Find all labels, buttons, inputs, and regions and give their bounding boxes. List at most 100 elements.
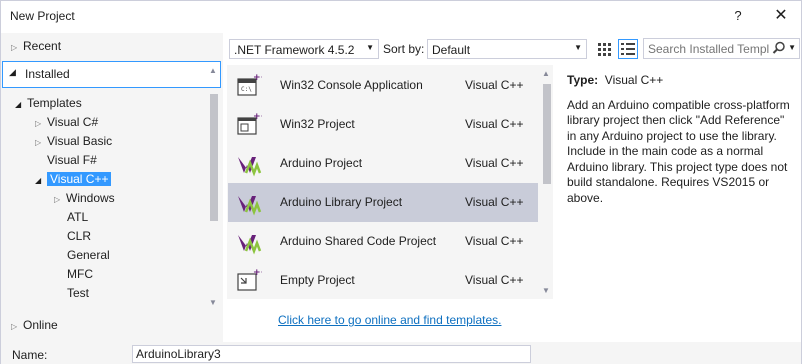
name-label: Name: bbox=[12, 348, 48, 362]
tree-item-label: General bbox=[67, 248, 110, 262]
type-line: Type: Visual C++ bbox=[567, 73, 793, 89]
scroll-down-icon[interactable]: ▼ bbox=[209, 298, 217, 307]
template-list-scrollbar[interactable]: ▲ ▼ bbox=[540, 66, 553, 300]
expand-arrow-icon[interactable]: ▷ bbox=[11, 317, 23, 336]
template-language: Visual C++ bbox=[465, 156, 524, 170]
tree-item-atl[interactable]: ATL bbox=[67, 208, 88, 227]
tree-item-visual-basic[interactable]: ▷ Visual Basic bbox=[35, 132, 112, 151]
list-item-arduino-project[interactable]: Arduino Project Visual C++ bbox=[228, 144, 538, 183]
empty-project-icon: ++ bbox=[237, 268, 262, 291]
template-list: C:\ ++ Win32 Console Application Visual … bbox=[227, 65, 553, 299]
template-language: Visual C++ bbox=[465, 234, 524, 248]
scroll-up-icon[interactable]: ▲ bbox=[542, 69, 550, 78]
dialog-title: New Project bbox=[10, 9, 75, 23]
project-name-row: Name: bbox=[1, 342, 801, 364]
tree-item-recent[interactable]: ▷ Recent bbox=[11, 37, 61, 56]
framework-dropdown[interactable]: .NET Framework 4.5.2 ▼ bbox=[229, 39, 379, 59]
tree-item-visual-csharp[interactable]: ▷ Visual C# bbox=[35, 113, 98, 132]
list-item-empty-project[interactable]: ++ Empty Project Visual C++ bbox=[228, 261, 538, 300]
svg-text:++: ++ bbox=[253, 73, 262, 83]
arduino-icon bbox=[238, 196, 262, 216]
template-name: Arduino Shared Code Project bbox=[280, 234, 437, 248]
template-language: Visual C++ bbox=[465, 195, 524, 209]
list-item-win32-console[interactable]: C:\ ++ Win32 Console Application Visual … bbox=[228, 66, 538, 105]
template-name: Arduino Project bbox=[280, 156, 363, 170]
template-description: Add an Arduino compatible cross-platform… bbox=[567, 97, 790, 205]
small-icons-view-button[interactable] bbox=[595, 39, 615, 59]
tree-item-label: Templates bbox=[27, 96, 82, 110]
help-button[interactable]: ? bbox=[725, 5, 751, 27]
tree-item-online[interactable]: ▷ Online bbox=[11, 316, 58, 335]
win32-project-icon: ++ bbox=[237, 112, 262, 135]
arduino-icon bbox=[238, 157, 262, 177]
collapse-arrow-icon[interactable]: ◢ bbox=[9, 67, 16, 78]
template-name: Empty Project bbox=[280, 273, 355, 287]
new-project-dialog: New Project ? ✕ ▷ Recent ◢ Installed ◢ Tem… bbox=[0, 0, 802, 364]
list-view-icon bbox=[621, 43, 635, 55]
tree-item-label: Recent bbox=[23, 39, 62, 53]
chevron-down-icon: ▼ bbox=[366, 43, 374, 52]
tree-item-mfc[interactable]: MFC bbox=[67, 265, 93, 284]
tree-item-label: CLR bbox=[67, 229, 92, 243]
tree-item-label: Windows bbox=[66, 191, 115, 205]
template-name: Win32 Console Application bbox=[280, 78, 423, 92]
search-icon[interactable] bbox=[772, 41, 786, 55]
sort-value: Default bbox=[432, 43, 471, 57]
list-item-arduino-library[interactable]: Arduino Library Project Visual C++ bbox=[228, 183, 538, 222]
collapse-arrow-icon[interactable]: ◢ bbox=[35, 171, 47, 190]
tree-item-label: MFC bbox=[67, 267, 93, 281]
template-language: Visual C++ bbox=[465, 78, 524, 92]
tree-item-label: Online bbox=[23, 318, 58, 332]
tree-item-test[interactable]: Test bbox=[67, 284, 89, 303]
scrollbar-thumb[interactable] bbox=[543, 84, 551, 184]
tree-item-label: Visual Basic bbox=[47, 134, 113, 148]
tree-item-label: ATL bbox=[67, 210, 89, 224]
list-item-win32-project[interactable]: ++ Win32 Project Visual C++ bbox=[228, 105, 538, 144]
expand-arrow-icon[interactable]: ▷ bbox=[35, 133, 47, 152]
tree-item-windows[interactable]: ▷ Windows bbox=[54, 189, 115, 208]
sort-label: Sort by: bbox=[383, 42, 425, 56]
list-item-arduino-shared-code[interactable]: Arduino Shared Code Project Visual C++ bbox=[228, 222, 538, 261]
project-name-input[interactable] bbox=[132, 345, 531, 363]
sort-dropdown[interactable]: Default ▼ bbox=[427, 39, 587, 59]
template-name: Win32 Project bbox=[280, 117, 355, 131]
chevron-down-icon[interactable]: ▼ bbox=[788, 43, 796, 52]
tree-item-visual-cpp[interactable]: ◢ Visual C++ bbox=[35, 170, 112, 190]
expand-arrow-icon[interactable]: ▷ bbox=[54, 190, 66, 209]
svg-text:C:\: C:\ bbox=[241, 86, 252, 93]
tree-item-label: Visual C# bbox=[47, 115, 99, 129]
collapse-arrow-icon[interactable]: ◢ bbox=[15, 95, 27, 114]
tree-item-label: Visual C++ bbox=[47, 172, 112, 186]
expand-arrow-icon[interactable]: ▷ bbox=[11, 38, 23, 57]
tree-item-visual-fsharp[interactable]: Visual F# bbox=[47, 151, 97, 170]
tree-item-templates[interactable]: ◢ Templates bbox=[15, 94, 82, 113]
search-input[interactable] bbox=[648, 42, 772, 56]
scroll-up-icon[interactable]: ▲ bbox=[209, 66, 217, 75]
tree-item-label: Visual F# bbox=[47, 153, 97, 167]
tree-scrollbar[interactable]: ▲ ▼ bbox=[207, 66, 220, 310]
close-button[interactable]: ✕ bbox=[768, 5, 794, 27]
tree-item-clr[interactable]: CLR bbox=[67, 227, 91, 246]
framework-value: .NET Framework 4.5.2 bbox=[234, 43, 355, 57]
svg-text:++: ++ bbox=[253, 112, 262, 122]
template-language: Visual C++ bbox=[465, 117, 524, 131]
console-app-icon: C:\ ++ bbox=[237, 73, 262, 96]
template-language: Visual C++ bbox=[465, 273, 524, 287]
template-name: Arduino Library Project bbox=[280, 195, 403, 209]
template-details-panel: Type: Visual C++ Add an Arduino compatib… bbox=[567, 73, 793, 206]
tree-item-installed[interactable]: ◢ Installed bbox=[2, 61, 221, 88]
expand-arrow-icon[interactable]: ▷ bbox=[35, 114, 47, 133]
type-value: Visual C++ bbox=[604, 73, 664, 87]
find-templates-online-link[interactable]: Click here to go online and find templat… bbox=[278, 313, 501, 327]
tree-item-label: Test bbox=[67, 286, 90, 300]
details-view-button[interactable] bbox=[618, 39, 638, 59]
tree-item-general[interactable]: General bbox=[67, 246, 110, 265]
type-label: Type: bbox=[567, 73, 599, 87]
scrollbar-thumb[interactable] bbox=[210, 94, 218, 221]
scroll-down-icon[interactable]: ▼ bbox=[542, 286, 550, 295]
search-templates-box[interactable]: ▼ bbox=[643, 38, 800, 59]
arduino-icon bbox=[238, 235, 262, 255]
svg-text:++: ++ bbox=[253, 268, 262, 278]
template-category-tree: ▷ Recent ◢ Installed ◢ Templates ▷ Visual C… bbox=[1, 33, 223, 342]
title-bar: New Project ? ✕ bbox=[1, 1, 801, 33]
